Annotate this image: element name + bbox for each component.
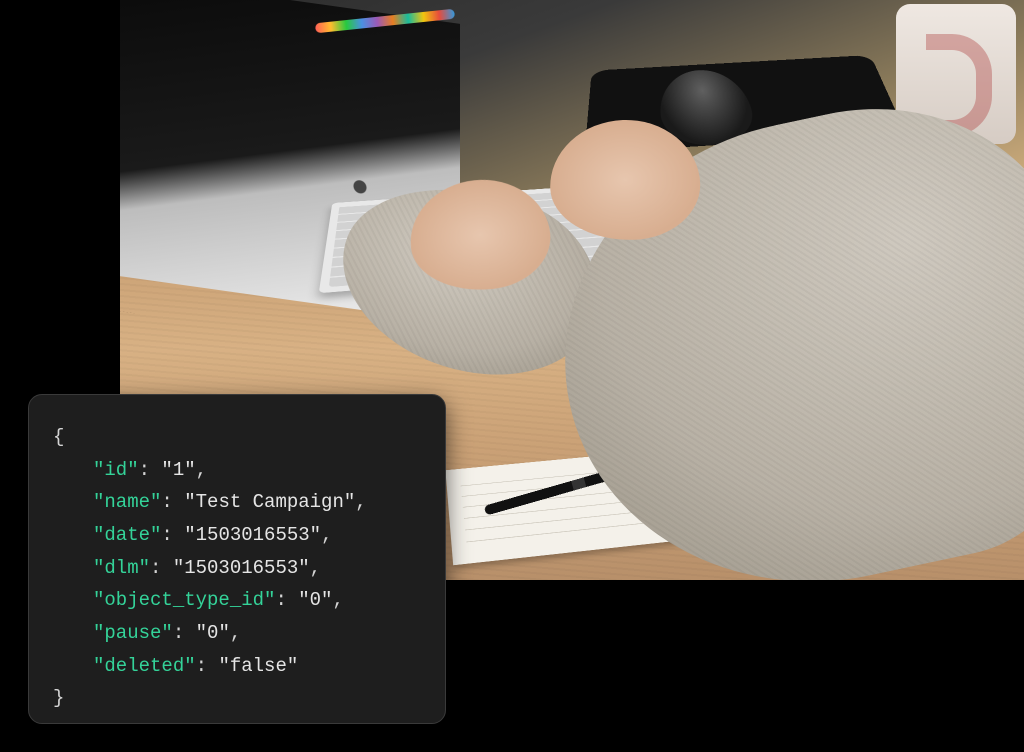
json-key: "dlm" (93, 557, 150, 579)
json-key: "pause" (93, 622, 173, 644)
json-key: "date" (93, 524, 161, 546)
json-value: "0" (196, 622, 230, 644)
stage: { "id": "1", "name": "Test Campaign", "d… (0, 0, 1024, 752)
json-value: "0" (298, 589, 332, 611)
open-brace: { (53, 426, 64, 448)
json-key: "object_type_id" (93, 589, 275, 611)
json-code-snippet: { "id": "1", "name": "Test Campaign", "d… (28, 394, 446, 724)
json-key: "name" (93, 491, 161, 513)
close-brace: } (53, 687, 64, 709)
json-key: "deleted" (93, 655, 196, 677)
json-value: "1503016553" (184, 524, 321, 546)
json-value: "false" (218, 655, 298, 677)
json-value: "Test Campaign" (184, 491, 355, 513)
json-key: "id" (93, 459, 139, 481)
json-value: "1" (161, 459, 195, 481)
json-value: "1503016553" (173, 557, 310, 579)
